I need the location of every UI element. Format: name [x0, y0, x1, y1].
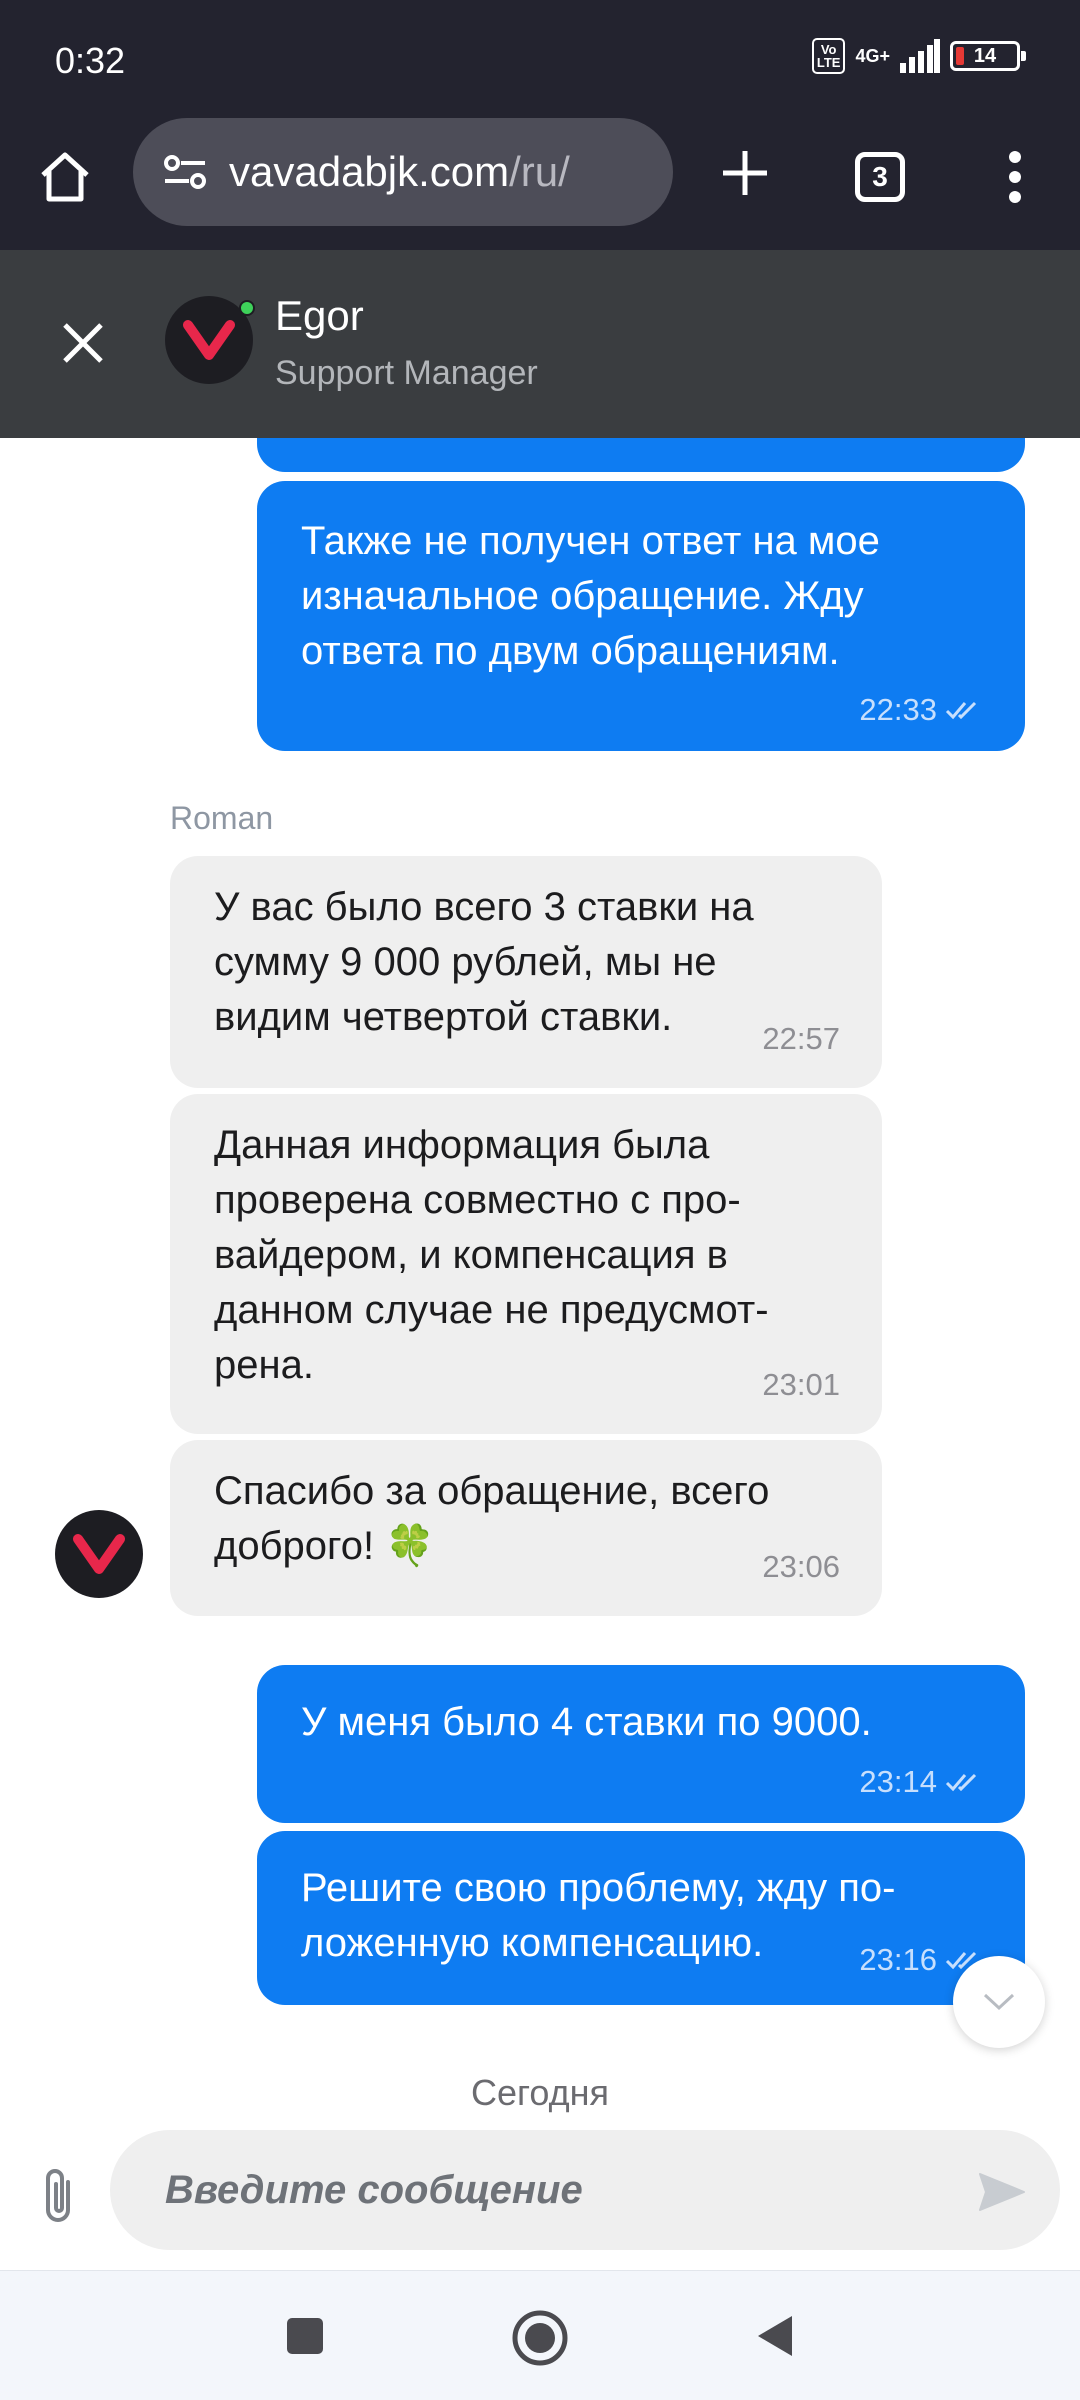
chat-header: Egor Support Manager [0, 250, 1080, 438]
message-meta: 23:06 [762, 1539, 840, 1594]
home-nav-button[interactable] [503, 2301, 577, 2375]
chevron-down-icon [983, 1993, 1015, 2011]
system-indicators: Vo LTE 4G+ 14 [811, 38, 1026, 74]
message-bubble: Данная информация была проверена совмест… [170, 1094, 882, 1434]
plus-icon [723, 151, 767, 195]
back-button[interactable] [740, 2301, 810, 2371]
message-bubble: У меня было 4 ставки по 9000. 23:14 [257, 1665, 1025, 1823]
site-settings-icon[interactable] [163, 152, 207, 192]
agent-avatar [165, 296, 255, 384]
url-path: /ru/ [509, 148, 570, 195]
message-time: 22:33 [859, 692, 937, 727]
tab-count: 3 [855, 152, 905, 202]
send-icon [979, 2173, 1025, 2211]
agent-name: Egor [275, 292, 364, 339]
url-text[interactable]: vavadabjk.com/ru/ [229, 148, 570, 196]
volte-icon: Vo LTE [811, 38, 846, 74]
message-bubble: Также не получен ответ на мое изначально… [257, 481, 1025, 751]
message-time: 23:06 [762, 1549, 840, 1584]
back-triangle-icon [758, 2316, 792, 2356]
circle-home-icon [512, 2310, 568, 2366]
message-meta: 23:01 [762, 1357, 840, 1412]
browser-menu-button[interactable] [980, 142, 1050, 212]
message-text-body: Спасибо за обращение, всего доброго! [214, 1469, 770, 1568]
tab-switcher-button[interactable]: 3 [845, 142, 915, 212]
send-button[interactable] [970, 2160, 1034, 2224]
home-button[interactable] [30, 142, 100, 212]
double-check-icon [945, 701, 977, 719]
battery-icon: 14 [950, 41, 1026, 71]
close-icon [63, 323, 103, 363]
network-type: 4G+ [855, 47, 890, 65]
browser-toolbar: vavadabjk.com/ru/ 3 [0, 118, 1080, 250]
message-bubble-partial [257, 438, 1025, 472]
message-bubble: Спасибо за обращение, всего доброго! 🍀 2… [170, 1440, 882, 1616]
agent-message-avatar [55, 1510, 143, 1598]
attach-button[interactable] [28, 2160, 88, 2230]
message-bubble: Решите свою проблему, жду по- ложенную к… [257, 1831, 1025, 2005]
brand-logo-icon [183, 320, 235, 360]
more-vert-icon [1009, 151, 1021, 203]
status-bar: 0:32 Vo LTE 4G+ 14 [0, 0, 1080, 118]
clover-emoji: 🍀 [385, 1524, 435, 1568]
message-time: 23:16 [859, 1942, 937, 1977]
online-indicator [239, 300, 255, 316]
brand-logo-icon [73, 1534, 125, 1574]
message-text: Также не получен ответ на мое изначально… [301, 519, 880, 673]
double-check-icon [945, 1773, 977, 1791]
home-icon [41, 152, 89, 202]
message-text: Спасибо за обращение, всего доброго! 🍀 [214, 1464, 838, 1574]
message-input[interactable] [110, 2130, 1060, 2250]
battery-level: 14 [973, 44, 997, 67]
status-time: 0:32 [55, 40, 126, 81]
scroll-to-bottom-button[interactable] [953, 1956, 1045, 2048]
agent-role: Support Manager [275, 354, 538, 392]
message-meta: 23:14 [859, 1754, 983, 1809]
chat-messages[interactable]: Также не получен ответ на мое изначально… [0, 438, 1080, 2130]
message-bubble: У вас было всего 3 ставки на сумму 9 000… [170, 856, 882, 1088]
composer-bar [0, 2130, 1080, 2270]
square-icon [287, 2318, 323, 2354]
network-label: 4G+ [855, 46, 890, 66]
date-separator: Сегодня [471, 2072, 609, 2113]
message-text: Данная информация была проверена совмест… [214, 1123, 769, 1387]
url-domain: vavadabjk.com [229, 148, 510, 195]
message-meta: 22:33 [859, 682, 983, 737]
recents-button[interactable] [270, 2301, 340, 2371]
message-text: У меня было 4 ставки по 9000. [301, 1700, 872, 1744]
message-time: 22:57 [762, 1021, 840, 1056]
system-navigation-bar [0, 2270, 1080, 2400]
message-text: У вас было всего 3 ставки на сумму 9 000… [214, 885, 754, 1039]
sender-name: Roman [170, 800, 274, 836]
close-chat-button[interactable] [50, 310, 116, 376]
message-time: 23:14 [859, 1764, 937, 1799]
address-bar[interactable]: vavadabjk.com/ru/ [133, 118, 673, 226]
new-tab-button[interactable] [710, 138, 780, 208]
message-time: 23:01 [762, 1367, 840, 1402]
paperclip-icon [46, 2169, 70, 2222]
message-meta: 22:57 [762, 1011, 840, 1066]
signal-icon [900, 39, 940, 73]
